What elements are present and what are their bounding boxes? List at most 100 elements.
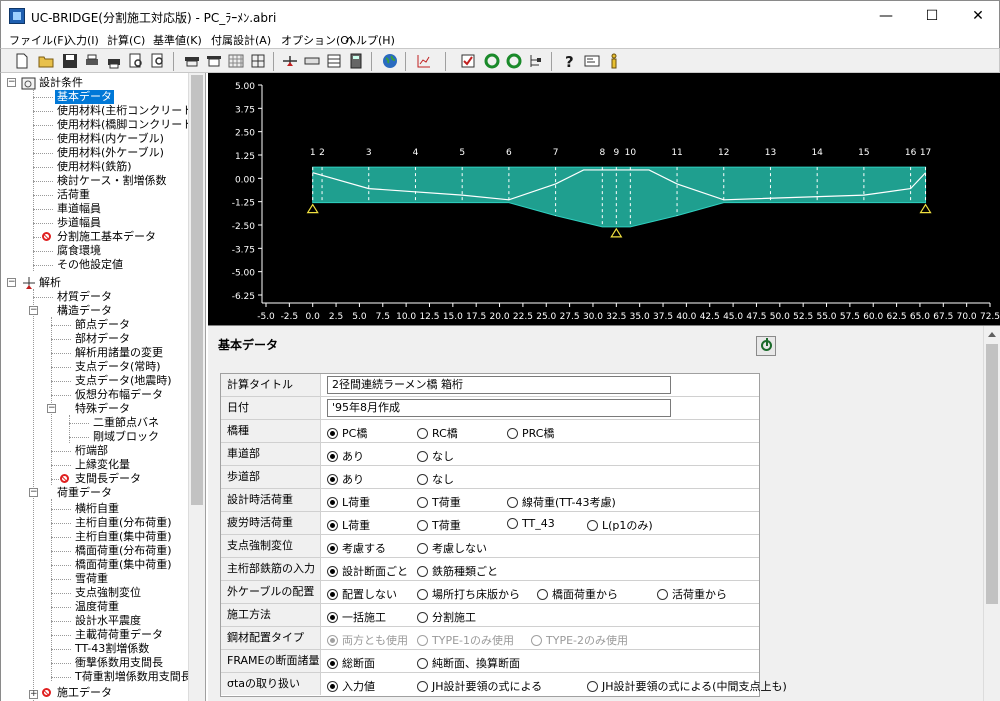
collapse-icon[interactable]: − [29,488,38,497]
radio-option[interactable]: 橋面荷重から [537,586,618,602]
radio-button-icon[interactable] [507,518,518,529]
tree-icon[interactable] [527,52,545,70]
refresh-icon[interactable] [505,52,523,70]
tree-item-live-load[interactable]: 活荷重 [57,188,90,202]
tree-item-material-outer-cable[interactable]: 使用材料(外ケーブル) [57,146,164,160]
tree-item-sidewalk-width[interactable]: 歩道幅員 [57,216,101,230]
radio-button-icon[interactable] [417,612,428,623]
radio-button-icon[interactable] [417,497,428,508]
tree-item-material-pier[interactable]: 使用材料(橋脚コンクリート) [57,118,198,132]
tree-item-roadway-width[interactable]: 車道幅員 [57,202,101,216]
scroll-up-icon[interactable] [988,332,996,337]
radio-button-icon[interactable] [327,658,338,669]
tree-item-virtual-width[interactable]: 仮想分布幅データ [75,388,163,402]
radio-button-icon[interactable] [417,520,428,531]
menu-options[interactable]: オプション(O) [281,32,353,48]
layout-icon[interactable] [249,52,267,70]
radio-option[interactable]: 活荷重から [657,586,727,602]
radio-button-icon[interactable] [417,589,428,600]
tree-item-load[interactable]: 温度荷重 [75,600,119,614]
tree-item-load[interactable]: 主載荷荷重データ [75,628,163,642]
radio-option[interactable]: TT_43 [507,517,555,530]
radio-option[interactable]: RC橋 [417,425,458,441]
tree-item-segmental-basic[interactable]: 分割施工基本データ [57,230,156,244]
radio-option[interactable]: PRC橋 [507,425,554,441]
frame-icon[interactable] [281,52,299,70]
tree-item-other-settings[interactable]: その他設定値 [57,258,123,272]
date-input[interactable]: '95年8月作成 [327,399,671,417]
tree-item-cases[interactable]: 検討ケース・割増係数 [57,174,166,188]
radio-button-icon[interactable] [327,612,338,623]
radio-button-icon[interactable] [417,681,428,692]
open-folder-icon[interactable] [37,52,55,70]
menu-attached[interactable]: 付属設計(A) [211,32,271,48]
radio-option[interactable]: L荷重 [327,494,370,510]
tree-root-conditions[interactable]: 設計条件 [39,76,83,90]
expand-icon[interactable]: + [29,690,38,699]
radio-option[interactable]: JH設計要領の式による(中間支点上も) [587,678,787,694]
radio-option[interactable]: なし [417,471,454,487]
tree-item-material-rebar[interactable]: 使用材料(鉄筋) [57,160,132,174]
radio-button-icon[interactable] [327,428,338,439]
tree-item-node-data[interactable]: 節点データ [75,318,130,332]
ruler-icon[interactable] [303,52,321,70]
menu-calc[interactable]: 計算(C) [107,32,145,48]
radio-option[interactable]: L荷重 [327,517,370,533]
radio-option[interactable]: 総断面 [327,655,375,671]
radio-button-icon[interactable] [587,520,598,531]
radio-button-icon[interactable] [417,451,428,462]
tree-item-support-seismic[interactable]: 支点データ(地震時) [75,374,172,388]
tree-item-corrosion[interactable]: 腐食環境 [57,244,101,258]
maximize-button[interactable]: ☐ [909,1,955,31]
zoom-icon[interactable] [149,52,167,70]
print-icon[interactable] [83,52,101,70]
tree-item-member-data[interactable]: 部材データ [75,332,130,346]
radio-button-icon[interactable] [327,520,338,531]
tree-item-load[interactable]: 橋面荷重(分布荷重) [75,544,172,558]
tree-item-material-girder[interactable]: 使用材料(主桁コンクリート) [57,104,198,118]
radio-option[interactable]: 線荷重(TT-43考慮) [507,494,616,510]
radio-button-icon[interactable] [507,497,518,508]
radio-option[interactable]: 考慮する [327,540,386,556]
tree-item-analysis-quantities[interactable]: 解析用諸量の変更 [75,346,163,360]
collapse-icon[interactable]: − [47,404,56,413]
menu-input[interactable]: 入力(I) [65,32,99,48]
menu-standard[interactable]: 基準値(K) [153,32,202,48]
radio-option[interactable]: 一括施工 [327,609,386,625]
tree-scrollbar[interactable] [188,73,205,701]
radio-option[interactable]: T荷重 [417,494,461,510]
radio-button-icon[interactable] [417,428,428,439]
preview-icon[interactable] [127,52,145,70]
tree-item-load-data[interactable]: 荷重データ [57,486,112,500]
form-scroll-thumb[interactable] [986,344,998,604]
section-icon[interactable] [183,52,201,70]
radio-option[interactable]: 設計断面ごと [327,563,408,579]
tree-item-upper-edge-change[interactable]: 上縁変化量 [75,458,130,472]
tree-item-load[interactable]: T荷重割増係数用支間長 [75,670,192,684]
radio-option[interactable]: JH設計要領の式による [417,678,542,694]
radio-option[interactable]: なし [417,448,454,464]
form-scrollbar[interactable] [983,326,1000,701]
help-icon[interactable]: ? [561,52,579,71]
radio-button-icon[interactable] [417,566,428,577]
check-icon[interactable] [459,52,477,70]
calc-title-input[interactable]: 2径間連続ラーメン橋 箱桁 [327,376,671,394]
menu-file[interactable]: ファイル(F) [9,32,68,48]
new-file-icon[interactable] [13,52,31,70]
tree-item-support-normal[interactable]: 支点データ(常時) [75,360,161,374]
radio-option[interactable]: 分割施工 [417,609,476,625]
tree-item-load[interactable]: 主桁自重(集中荷重) [75,530,172,544]
recalc-icon[interactable] [483,52,501,70]
radio-option[interactable]: L(p1のみ) [587,517,653,533]
tree-item-load[interactable]: 主桁自重(分布荷重) [75,516,172,530]
radio-button-icon[interactable] [657,589,668,600]
tree-scroll-thumb[interactable] [191,75,203,505]
tree-item-load[interactable]: 橋面荷重(集中荷重) [75,558,172,572]
menu-help[interactable]: ヘルプ(H) [345,32,395,48]
tree-item-span-length[interactable]: 支間長データ [75,472,141,486]
radio-button-icon[interactable] [417,474,428,485]
tree-item-material-data[interactable]: 材質データ [57,290,112,304]
radio-option[interactable]: 鉄筋種類ごと [417,563,498,579]
refresh-button[interactable] [756,336,776,356]
radio-button-icon[interactable] [327,589,338,600]
